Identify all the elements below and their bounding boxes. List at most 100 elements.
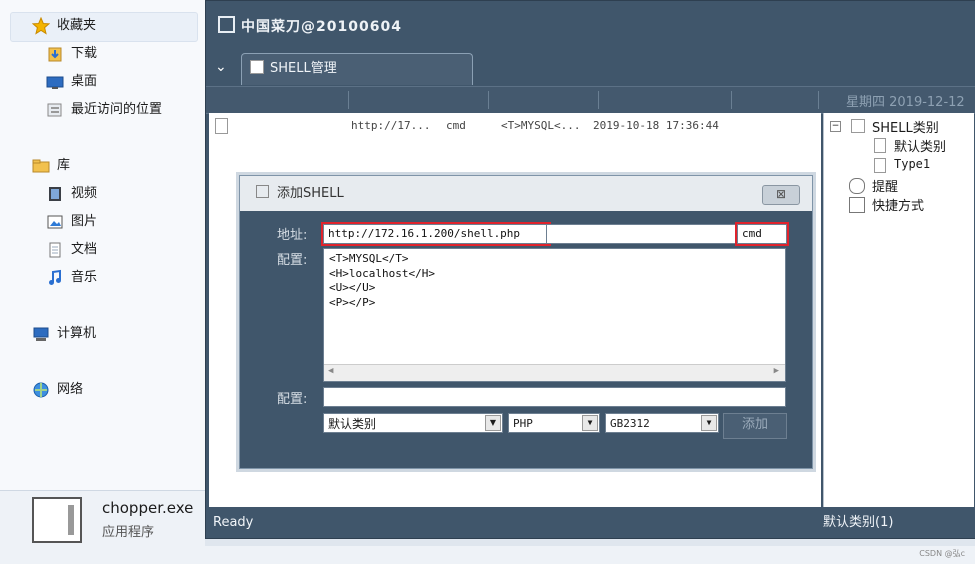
category-value: 默认类别: [328, 417, 377, 431]
add-shell-dialog: 添加SHELL ⊠ 地址: http://172.16.1.200/shell.…: [239, 175, 813, 469]
chevron-down-icon[interactable]: ⌄: [215, 59, 227, 75]
bottom-strip: CSDN @弘c: [0, 546, 975, 564]
star-icon: [31, 16, 51, 35]
script-type-value: PHP: [513, 417, 533, 430]
nav-favorites[interactable]: 收藏夹: [31, 14, 97, 38]
nav-library[interactable]: 库: [32, 154, 70, 178]
nav-item-documents[interactable]: 文档: [46, 238, 97, 262]
encoding-value: GB2312: [610, 417, 650, 430]
password-input[interactable]: cmd: [735, 222, 789, 246]
tree-item-icon: [874, 158, 886, 173]
tree-item-icon: [874, 138, 886, 153]
window-icon: [218, 16, 235, 33]
video-icon: [46, 185, 64, 203]
row-time: 2019-10-18 17:36:44: [593, 119, 719, 132]
add-button[interactable]: 添加: [723, 413, 787, 439]
status-category-count: 默认类别(1): [823, 515, 894, 530]
nav-item-desktop[interactable]: 桌面: [46, 70, 97, 94]
nav-computer-label: 计算机: [57, 326, 97, 341]
network-icon: [32, 381, 50, 399]
nav-item-label: 桌面: [71, 74, 98, 89]
tree-collapse-toggle[interactable]: −: [830, 121, 841, 132]
library-icon: [32, 157, 50, 175]
config-line: <P></P>: [329, 295, 376, 309]
dialog-title: 添加SHELL: [277, 186, 344, 201]
nav-item-label: 视频: [71, 186, 98, 201]
encoding-select[interactable]: GB2312 ▼: [605, 413, 719, 433]
config-text: <T>MYSQL</T> <H>localhost</H> <U></U> <P…: [329, 252, 435, 310]
computer-icon: [32, 325, 50, 343]
config-line: <T>MYSQL</T>: [329, 252, 409, 265]
close-icon[interactable]: ⊠: [762, 185, 800, 205]
nav-item-label: 文档: [71, 242, 98, 257]
dropdown-arrow-icon[interactable]: ▼: [485, 415, 501, 431]
tree-item-type1[interactable]: Type1: [894, 157, 930, 171]
nav-computer[interactable]: 计算机: [32, 322, 96, 346]
address-input[interactable]: http://172.16.1.200/shell.php: [321, 222, 551, 246]
row-type: cmd: [446, 119, 466, 132]
exe-file-icon: [32, 497, 82, 543]
picture-icon: [46, 213, 64, 231]
nav-item-label: 图片: [71, 214, 98, 229]
tab-label: SHELL管理: [270, 61, 337, 76]
status-ready: Ready: [213, 515, 254, 530]
nav-network-label: 网络: [57, 382, 84, 397]
nav-network[interactable]: 网络: [32, 378, 83, 402]
shortcut-icon: [849, 197, 865, 213]
desktop-icon: [46, 73, 64, 91]
config2-input[interactable]: [323, 387, 786, 407]
row-file-icon: [215, 118, 228, 134]
nav-item-pictures[interactable]: 图片: [46, 210, 97, 234]
explorer-nav-pane: 收藏夹 下载 桌面 最近访问的位置 库 视频 图片 文档 音乐 计算机 网络: [0, 0, 206, 490]
config-line: <U></U>: [329, 281, 376, 294]
window-title: 中国菜刀@20100604: [218, 16, 402, 36]
document-icon: [46, 241, 64, 259]
tree-item-default[interactable]: 默认类别: [894, 136, 946, 155]
file-type: 应用程序: [102, 525, 155, 540]
scroll-right-icon[interactable]: ▶: [774, 366, 779, 376]
nav-favorites-label: 收藏夹: [57, 18, 97, 33]
nav-item-label: 下载: [71, 46, 98, 61]
dialog-titlebar: 添加SHELL ⊠: [240, 176, 812, 211]
nav-item-video[interactable]: 视频: [46, 182, 97, 206]
dialog-icon: [256, 185, 269, 198]
category-tree: − SHELL类别 默认类别 Type1 提醒 快捷方式: [823, 113, 974, 507]
horizontal-scrollbar[interactable]: ◀ ▶: [324, 364, 785, 381]
row-url[interactable]: http://17...: [351, 119, 430, 132]
music-icon: [46, 269, 64, 287]
nav-item-label: 最近访问的位置: [71, 102, 163, 117]
watermark: CSDN @弘c: [919, 549, 965, 558]
category-select[interactable]: 默认类别 ▼: [323, 413, 503, 433]
config-label: 配置:: [277, 253, 308, 268]
address-label: 地址:: [277, 228, 308, 243]
reminder-icon: [849, 178, 865, 194]
dropdown-arrow-icon[interactable]: ▼: [701, 415, 717, 431]
tab-shell-manager[interactable]: SHELL管理: [241, 53, 473, 85]
tree-shortcut[interactable]: 快捷方式: [872, 195, 924, 214]
config2-label: 配置:: [277, 392, 308, 407]
dropdown-arrow-icon[interactable]: ▼: [582, 415, 598, 431]
details-pane: chopper.exe 应用程序: [0, 490, 205, 547]
config-textarea[interactable]: <T>MYSQL</T> <H>localhost</H> <U></U> <P…: [323, 248, 786, 382]
shell-tab-icon: [250, 60, 264, 74]
tree-reminder[interactable]: 提醒: [872, 176, 898, 195]
row-config: <T>MYSQL<...: [501, 119, 581, 132]
nav-item-label: 音乐: [71, 270, 98, 285]
tab-bar: ⌄ SHELL管理: [206, 53, 975, 85]
recent-places-icon: [46, 101, 64, 119]
nav-library-label: 库: [57, 158, 71, 173]
scroll-left-icon[interactable]: ◀: [328, 366, 333, 376]
script-type-select[interactable]: PHP ▼: [508, 413, 600, 433]
list-column-header: 星期四 2019-12-12 十: [206, 86, 975, 129]
file-name: chopper.exe: [102, 499, 194, 517]
tree-root-icon: [851, 119, 865, 133]
nav-item-recent[interactable]: 最近访问的位置: [46, 98, 162, 122]
nav-item-music[interactable]: 音乐: [46, 266, 97, 290]
status-bar: Ready 默认类别(1): [206, 508, 975, 538]
nav-item-downloads[interactable]: 下载: [46, 42, 97, 66]
tree-root[interactable]: SHELL类别: [872, 117, 939, 136]
address-input-extension[interactable]: [546, 224, 736, 244]
download-folder-icon: [46, 45, 64, 63]
config-line: <H>localhost</H>: [329, 266, 435, 280]
window-title-text: 中国菜刀@20100604: [241, 19, 402, 35]
